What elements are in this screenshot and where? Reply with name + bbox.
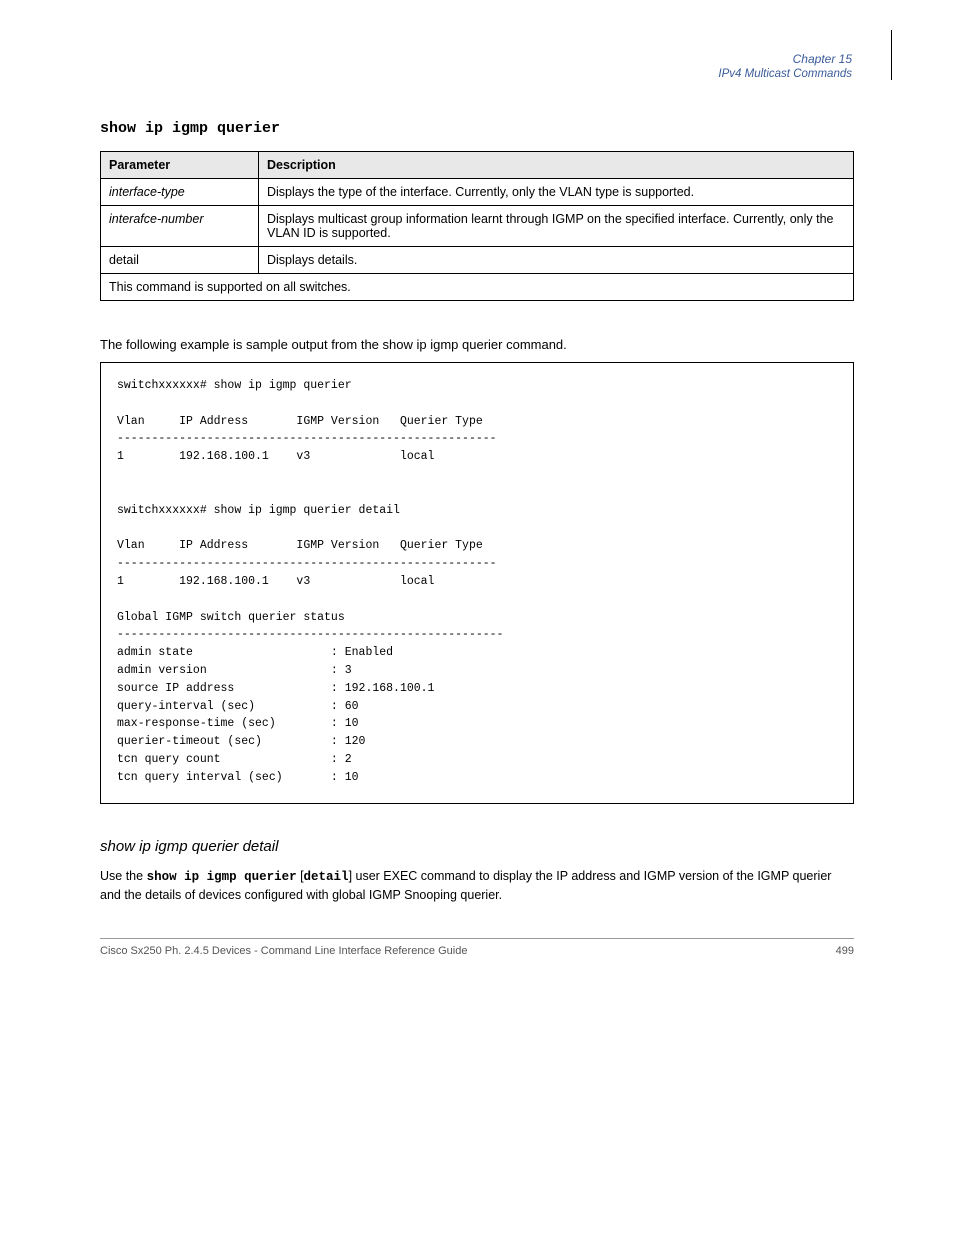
col-header-parameter: Parameter <box>101 152 259 179</box>
param-desc: Displays multicast group information lea… <box>259 206 854 247</box>
parameter-table: Parameter Description interface-type Dis… <box>100 151 854 301</box>
param-name: interafce-number <box>109 212 204 226</box>
section-body: Use the show ip igmp querier [detail] us… <box>100 867 854 904</box>
table-footer-row: This command is supported on all switche… <box>101 274 854 301</box>
header-section: IPv4 Multicast Commands <box>718 68 852 80</box>
param-name: detail <box>101 247 259 274</box>
command-title: show ip igmp querier <box>100 120 854 137</box>
table-row: interafce-number Displays multicast grou… <box>101 206 854 247</box>
footer-page-number: 499 <box>836 945 854 957</box>
table-row: interface-type Displays the type of the … <box>101 179 854 206</box>
table-row: detail Displays details. <box>101 247 854 274</box>
example-output: switchxxxxxx# show ip igmp querier Vlan … <box>100 362 854 804</box>
footer-doc: Cisco Sx250 Ph. 2.4.5 Devices - Command … <box>100 945 467 957</box>
param-desc: Displays details. <box>259 247 854 274</box>
param-name: interface-type <box>109 185 185 199</box>
page-header: Chapter 15 IPv4 Multicast Commands <box>718 52 852 80</box>
table-header-row: Parameter Description <box>101 152 854 179</box>
table-footer: This command is supported on all switche… <box>101 274 854 301</box>
page-footer: Cisco Sx250 Ph. 2.4.5 Devices - Command … <box>100 938 854 957</box>
param-desc: Displays the type of the interface. Curr… <box>259 179 854 206</box>
section-title: show ip igmp querier detail <box>100 838 854 855</box>
example-intro: The following example is sample output f… <box>100 337 854 352</box>
header-chapter: Chapter 15 <box>718 52 852 66</box>
col-header-description: Description <box>259 152 854 179</box>
